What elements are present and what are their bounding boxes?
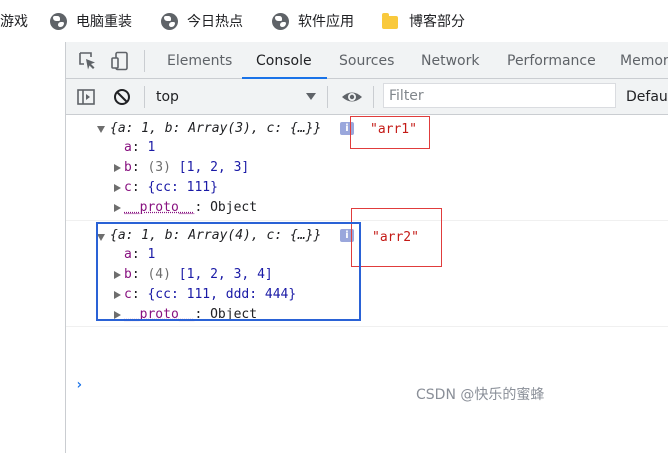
property-proto[interactable]: __proto__: Object	[124, 200, 257, 215]
bookmarks-bar: 游戏 电脑重装 今日热点 软件应用 博客部分	[0, 0, 668, 42]
tab-performance[interactable]: Performance	[507, 42, 596, 78]
expand-triangle-icon[interactable]	[97, 126, 105, 133]
page-viewport	[0, 42, 66, 453]
globe-icon	[161, 12, 178, 30]
tab-memory[interactable]: Memor	[620, 42, 668, 78]
console-output: {a: 1, b: Array(3), c: {…}} i "arr1" a: …	[66, 116, 668, 453]
folder-icon	[382, 12, 398, 29]
devtools-tabbar: Elements Console Sources Network Perform…	[66, 42, 668, 79]
bookmark-pc-reinstall[interactable]: 电脑重装	[50, 11, 132, 31]
globe-icon	[50, 12, 67, 30]
bookmark-label: 今日热点	[187, 14, 243, 30]
toolbar-divider	[144, 50, 145, 72]
toolbar-divider	[144, 86, 145, 108]
bookmark-software[interactable]: 软件应用	[272, 11, 354, 31]
property-a: a: 1	[124, 140, 156, 155]
annotation-blue-box	[96, 222, 361, 321]
chevron-down-icon[interactable]	[306, 93, 316, 100]
device-toolbar-icon[interactable]	[110, 51, 130, 71]
property-b[interactable]: b: (3) [1, 2, 3]	[124, 160, 249, 175]
bookmark-label: 博客部分	[409, 14, 465, 30]
bookmark-today-hot[interactable]: 今日热点	[161, 11, 243, 31]
console-toolbar: top Defaul	[66, 79, 668, 115]
object-summary[interactable]: {a: 1, b: Array(3), c: {…}}	[110, 121, 321, 136]
tab-console[interactable]: Console	[242, 42, 327, 79]
bookmark-label: 电脑重装	[76, 14, 132, 30]
clear-console-icon[interactable]	[112, 87, 132, 107]
annotation-red-box	[350, 116, 430, 149]
property-c[interactable]: c: {cc: 111}	[124, 180, 218, 195]
bookmark-label: 游戏	[0, 14, 28, 30]
tab-sources[interactable]: Sources	[339, 42, 394, 78]
expand-triangle-icon[interactable]	[114, 164, 121, 172]
devtools-panel: Elements Console Sources Network Perform…	[66, 42, 668, 453]
console-message: {a: 1, b: Array(3), c: {…}} i "arr1" a: …	[66, 116, 668, 221]
console-message: {a: 1, b: Array(4), c: {…}} i "arr2" a: …	[66, 208, 668, 327]
expand-triangle-icon[interactable]	[114, 184, 121, 192]
eye-icon[interactable]	[341, 87, 363, 107]
context-selector[interactable]: top	[156, 89, 179, 105]
sidebar-toggle-icon[interactable]	[76, 87, 96, 107]
tab-network[interactable]: Network	[421, 42, 479, 78]
annotation-red-box	[351, 208, 442, 267]
bookmark-blog-folder[interactable]: 博客部分	[382, 11, 465, 31]
toolbar-divider	[373, 86, 374, 108]
bookmark-label: 软件应用	[298, 14, 354, 30]
log-levels-dropdown[interactable]: Defaul	[626, 89, 668, 105]
console-prompt[interactable]: ›	[75, 377, 83, 393]
bookmark-games[interactable]: 游戏	[0, 11, 28, 31]
inspect-element-icon[interactable]	[78, 51, 98, 71]
expand-triangle-icon[interactable]	[114, 204, 121, 212]
globe-icon	[272, 12, 289, 30]
toolbar-divider	[327, 86, 328, 108]
tab-elements[interactable]: Elements	[167, 42, 232, 78]
watermark: CSDN @快乐的蜜蜂	[416, 387, 545, 403]
filter-input[interactable]	[383, 83, 616, 108]
